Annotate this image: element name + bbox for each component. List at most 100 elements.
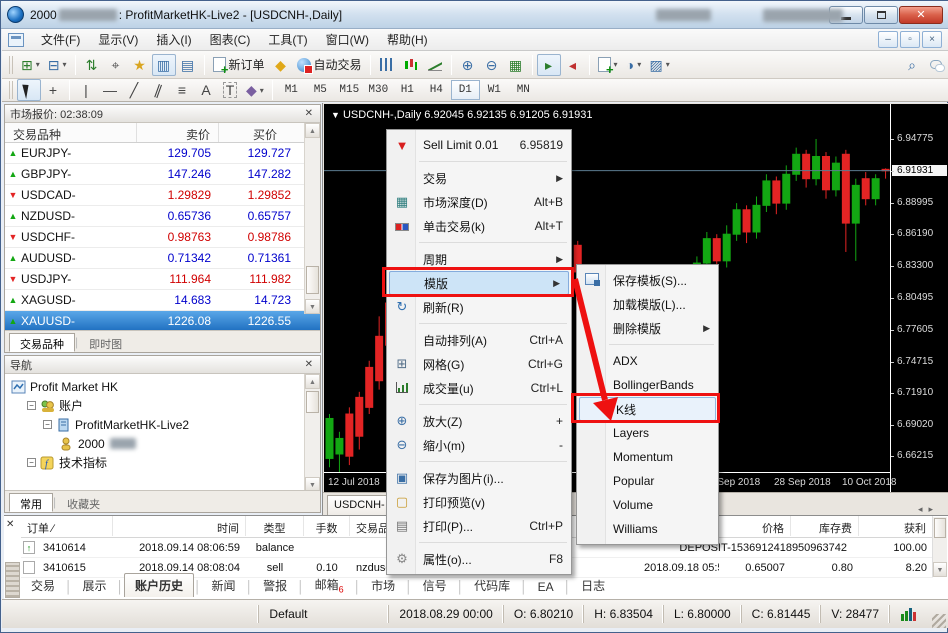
cursor-button[interactable] (17, 79, 41, 101)
terminal-tab-7[interactable]: 信号 (413, 574, 457, 597)
menu-5[interactable]: 窗口(W) (317, 30, 378, 50)
crosshair-target-button[interactable]: ⌖ (104, 54, 128, 76)
template-submenu-item-7[interactable]: Layers (577, 421, 718, 445)
template-submenu-item-10[interactable]: Volume (577, 493, 718, 517)
menu-4[interactable]: 工具(T) (259, 30, 316, 50)
terminal-tab-2[interactable]: 账户历史 (124, 573, 194, 597)
terminal-column-10[interactable]: 库存费 (791, 516, 859, 536)
tree-node-0[interactable]: Profit Market HK (5, 377, 320, 396)
terminal-tab-4[interactable]: 警报 (253, 574, 297, 597)
menu-1[interactable]: 显示(V) (89, 30, 147, 50)
bar-chart-button[interactable] (375, 54, 399, 76)
crosshair-button[interactable]: + (41, 79, 65, 101)
text-label-button[interactable]: T (218, 79, 242, 101)
terminal-tab-1[interactable]: 展示 (73, 574, 117, 597)
trendline-button[interactable]: ╱ (122, 79, 146, 101)
context-menu-item-18[interactable]: ▢打印预览(v) (387, 490, 571, 514)
template-submenu-item-8[interactable]: Momentum (577, 445, 718, 469)
terminal-column-2[interactable]: 类型 (246, 516, 304, 536)
market-watch-toggle[interactable]: ▥ (152, 54, 176, 76)
navigator-tab-0[interactable]: 常用 (9, 493, 53, 512)
context-menu-item-14[interactable]: ⊕放大(Z)+ (387, 409, 571, 433)
timeframe-H1[interactable]: H1 (393, 80, 422, 100)
docked-panel-tab[interactable] (5, 562, 20, 598)
template-submenu-item-4[interactable]: ADX (577, 349, 718, 373)
profiles-folder-button[interactable]: ★ (128, 54, 152, 76)
tick-chart-button[interactable]: ⇅ (80, 54, 104, 76)
navigator-tab-1[interactable]: 收藏夹 (56, 493, 111, 512)
terminal-column-0[interactable]: 订单 ∕ (21, 516, 113, 536)
timeframe-MN[interactable]: MN (509, 80, 538, 100)
fibonacci-button[interactable]: ≡ (170, 79, 194, 101)
child-restore-button[interactable]: ▫ (900, 31, 920, 48)
market-watch-row[interactable]: ▲XAGUSD-14.68314.723 (5, 290, 320, 311)
periods-button[interactable]: ◑▾ (622, 54, 646, 76)
tree-node-2[interactable]: −ProfitMarketHK-Live2 (5, 415, 320, 434)
candlestick-chart-button[interactable] (399, 54, 423, 76)
menu-2[interactable]: 插入(I) (147, 30, 200, 50)
context-menu-item-8[interactable]: ↻刷新(R) (387, 295, 571, 319)
text-button[interactable]: A (194, 79, 218, 101)
new-order-button[interactable]: 新订单 (209, 54, 269, 76)
menu-6[interactable]: 帮助(H) (378, 30, 437, 50)
profiles-button[interactable]: ⊟▾ (44, 54, 71, 76)
terminal-tab-0[interactable]: 交易 (21, 574, 65, 597)
terminal-column-3[interactable]: 手数 (304, 516, 350, 536)
channel-button[interactable]: ∥ (146, 79, 170, 101)
news-button[interactable]: ◆ (269, 54, 293, 76)
chat-button[interactable] (924, 54, 948, 76)
new-chart-button[interactable]: ⊞▾ (17, 54, 44, 76)
resize-grip[interactable] (932, 614, 946, 628)
terminal-tab-5[interactable]: 邮箱6 (305, 573, 354, 597)
context-menu-item-17[interactable]: ▣保存为图片(i)... (387, 466, 571, 490)
context-menu-item-10[interactable]: 自动排列(A)Ctrl+A (387, 328, 571, 352)
tile-windows-button[interactable]: ▦ (504, 54, 528, 76)
auto-scroll-button[interactable]: ▸ (537, 54, 561, 76)
context-menu-item-0[interactable]: ▼Sell Limit 0.016.95819 (387, 133, 571, 157)
toolbar-grip[interactable] (9, 81, 14, 99)
terminal-tab-3[interactable]: 新闻 (202, 574, 246, 597)
context-menu-item-12[interactable]: 成交量(u)Ctrl+L (387, 376, 571, 400)
timeframe-M1[interactable]: M1 (277, 80, 306, 100)
menu-3[interactable]: 图表(C) (201, 30, 260, 50)
timeframe-D1[interactable]: D1 (451, 80, 480, 100)
template-submenu-item-1[interactable]: 加载模版(L)... (577, 292, 718, 316)
tree-node-4[interactable]: −f技术指标 (5, 453, 320, 472)
zoom-out-button[interactable]: ⊖ (480, 54, 504, 76)
market-watch-row[interactable]: ▲AUDUSD-0.713420.71361 (5, 248, 320, 269)
menu-0[interactable]: 文件(F) (32, 30, 89, 50)
template-submenu-item-0[interactable]: 保存模板(S)... (577, 268, 718, 292)
restore-button[interactable] (864, 6, 898, 24)
template-submenu-item-2[interactable]: 删除模版▶ (577, 316, 718, 340)
context-menu-item-4[interactable]: 单击交易(k)Alt+T (387, 214, 571, 238)
child-minimize-button[interactable]: – (878, 31, 898, 48)
navigator-scrollbar[interactable]: ▲ ▼ (304, 374, 320, 492)
terminal-tab-8[interactable]: 代码库 (464, 574, 520, 597)
close-icon[interactable]: ✕ (303, 359, 315, 370)
horizontal-line-button[interactable]: — (98, 79, 122, 101)
context-menu-item-19[interactable]: ▤打印(P)...Ctrl+P (387, 514, 571, 538)
toolbar-grip[interactable] (9, 56, 14, 74)
arrows-button[interactable]: ◆▾ (242, 79, 268, 101)
market-watch-row[interactable]: ▲EURJPY-129.705129.727 (5, 143, 320, 164)
terminal-column-1[interactable]: 时间 (113, 516, 246, 536)
market-watch-row[interactable]: ▼USDJPY-111.964111.982 (5, 269, 320, 290)
child-close-button[interactable]: × (922, 31, 942, 48)
autotrading-button[interactable]: 自动交易 (293, 54, 366, 76)
timeframe-M15[interactable]: M15 (335, 80, 364, 100)
context-menu-item-3[interactable]: ▦市场深度(D)Alt+B (387, 190, 571, 214)
template-submenu-item-9[interactable]: Popular (577, 469, 718, 493)
market-watch-row[interactable]: ▼USDCHF-0.987630.98786 (5, 227, 320, 248)
terminal-tab-10[interactable]: 日志 (571, 574, 615, 597)
context-menu-item-21[interactable]: ⚙属性(o)...F8 (387, 547, 571, 571)
timeframe-W1[interactable]: W1 (480, 80, 509, 100)
tree-expand-icon[interactable]: − (27, 401, 36, 410)
chart-shift-button[interactable]: ◂ (561, 54, 585, 76)
context-menu-item-15[interactable]: ⊖缩小(m)- (387, 433, 571, 457)
terminal-tab-6[interactable]: 市场 (361, 574, 405, 597)
indicators-button[interactable]: ▾ (594, 54, 622, 76)
templates-button[interactable]: ▨▾ (646, 54, 674, 76)
close-button[interactable]: ✕ (899, 6, 943, 24)
one-click-arrow-icon[interactable]: ▼ (331, 110, 340, 120)
tree-node-3[interactable]: 2000 (5, 434, 320, 453)
